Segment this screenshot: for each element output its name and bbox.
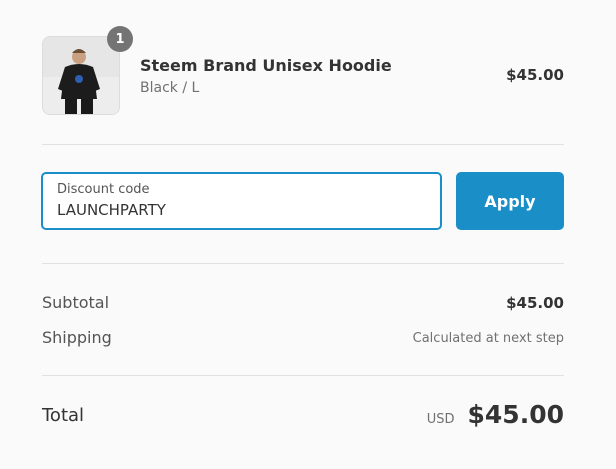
discount-code-label: Discount code [57,182,150,197]
order-summary: 1 Steem Brand Unisex Hoodie Black / L $4… [0,0,616,469]
currency-code: USD [426,412,455,427]
total-value: $45.00 [467,400,564,429]
divider [42,375,564,376]
total-label: Total [42,405,85,426]
hoodie-photo-icon [43,37,119,114]
product-price: $45.00 [506,66,564,84]
divider [42,263,564,264]
product-thumbnail [42,36,120,115]
quantity-badge: 1 [107,26,133,52]
product-name: Steem Brand Unisex Hoodie [140,56,392,75]
subtotal-value: $45.00 [506,294,564,312]
shipping-value: Calculated at next step [412,331,564,346]
discount-code-input[interactable] [57,201,417,219]
apply-button[interactable]: Apply [456,172,564,230]
total-amount: USD $45.00 [427,400,564,429]
discount-code-field[interactable]: Discount code [41,172,442,230]
product-variant: Black / L [140,80,200,96]
shipping-label: Shipping [42,328,112,347]
divider [42,144,564,145]
subtotal-label: Subtotal [42,293,110,312]
